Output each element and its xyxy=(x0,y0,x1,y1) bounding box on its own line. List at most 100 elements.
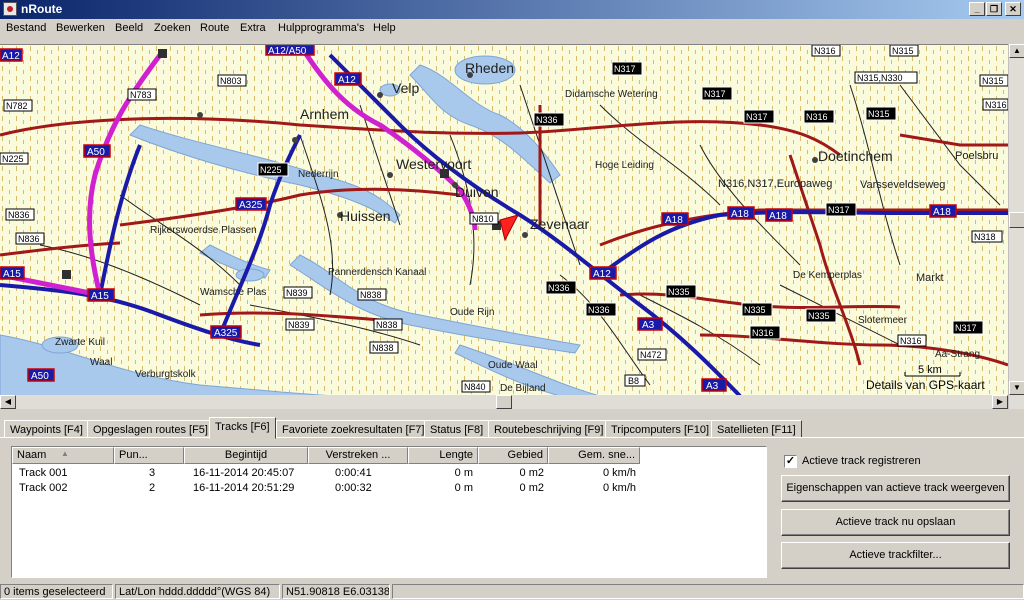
svg-text:N315: N315 xyxy=(868,109,890,119)
cell-verstreken: 0:00:41 xyxy=(335,467,372,479)
svg-text:A18: A18 xyxy=(731,209,749,220)
svg-text:N803: N803 xyxy=(220,76,242,86)
menu-beeld[interactable]: Beeld xyxy=(115,22,143,34)
road-shield: N317 xyxy=(825,202,857,217)
place-label: N316,N317,Europaweg xyxy=(718,178,832,190)
menu-bar: Bestand Bewerken Beeld Zoeken Route Extr… xyxy=(0,19,1024,38)
svg-text:N336: N336 xyxy=(536,115,558,125)
scroll-down-button[interactable]: ▼ xyxy=(1009,381,1024,395)
place-label: De Kemperplas xyxy=(793,270,862,281)
road-shield: N316 xyxy=(982,98,1008,111)
cell-gebied: 0 m2 xyxy=(519,482,544,494)
road-shield: N317 xyxy=(952,320,984,335)
svg-text:N316: N316 xyxy=(900,336,922,346)
tab-waypoints[interactable]: Waypoints [F4] xyxy=(4,420,89,438)
cell-begintijd: 16-11-2014 20:51:29 xyxy=(193,482,295,494)
column-header-naam[interactable]: Naam ▲ xyxy=(12,447,114,464)
svg-text:N315: N315 xyxy=(982,76,1004,86)
menu-zoeken[interactable]: Zoeken xyxy=(154,22,191,34)
svg-text:A50: A50 xyxy=(87,147,105,158)
cell-gem-snelheid: 0 km/h xyxy=(602,467,636,479)
tab-favoriete-zoekresultaten[interactable]: Favoriete zoekresultaten [F7] xyxy=(276,420,431,438)
menu-bestand[interactable]: Bestand xyxy=(6,22,46,34)
tracks-list[interactable]: Naam ▲ Pun... Begintijd Verstreken ... Le… xyxy=(11,446,767,578)
menu-extra[interactable]: Extra xyxy=(240,22,266,34)
cell-punten: 3 xyxy=(149,467,156,479)
column-header-gem-snelheid[interactable]: Gem. sne... xyxy=(548,447,640,464)
svg-text:N317: N317 xyxy=(828,205,850,215)
place-label: Poelsbru xyxy=(955,150,998,162)
svg-text:A12: A12 xyxy=(593,269,611,280)
maximize-button[interactable]: ❐ xyxy=(986,2,1002,16)
place-label: Markt xyxy=(916,272,944,284)
tab-status[interactable]: Status [F8] xyxy=(424,420,490,438)
place-label: Westervoort xyxy=(396,156,471,172)
menu-hulpprogrammas[interactable]: Hulpprogramma's xyxy=(278,22,364,34)
road-shield: B8 xyxy=(624,374,646,387)
place-label: Waal xyxy=(90,357,112,368)
scroll-right-button[interactable]: ▶ xyxy=(992,395,1008,409)
active-track-filter-button[interactable]: Actieve trackfilter... xyxy=(781,542,1010,569)
column-header-gebied[interactable]: Gebied xyxy=(478,447,548,464)
place-label: Wamsche Plas xyxy=(200,287,266,298)
road-shield: N783 xyxy=(127,88,157,101)
waypoint-marker[interactable] xyxy=(158,49,167,58)
road-shield: A18 xyxy=(765,208,793,222)
road-shield: A18 xyxy=(727,206,755,220)
place-label: Pannerdensch Kanaal xyxy=(328,267,426,278)
road-shield: N335 xyxy=(805,308,837,323)
scroll-left-button[interactable]: ◀ xyxy=(0,395,16,409)
road-shield: N315 xyxy=(865,106,897,121)
save-active-track-button[interactable]: Actieve track nu opslaan xyxy=(781,509,1010,536)
menu-route[interactable]: Route xyxy=(200,22,229,34)
road-shield: N335 xyxy=(665,284,697,299)
tab-tripcomputers[interactable]: Tripcomputers [F10] xyxy=(605,420,716,438)
place-label: Hoge Leiding xyxy=(595,160,654,171)
svg-text:N336: N336 xyxy=(588,305,610,315)
column-header-punten[interactable]: Pun... xyxy=(114,447,184,464)
menu-bewerken[interactable]: Bewerken xyxy=(56,22,105,34)
tab-satellieten[interactable]: Satellieten [F11] xyxy=(711,420,802,438)
column-header-lengte[interactable]: Lengte xyxy=(408,447,478,464)
road-shield: A50 xyxy=(83,144,111,158)
map-attribution: Details van GPS-kaart xyxy=(866,378,985,392)
map-view[interactable]: Arnhem Velp Rheden Westervoort Duiven Hu… xyxy=(0,44,1008,395)
svg-text:N335: N335 xyxy=(808,311,830,321)
svg-text:A12/A50: A12/A50 xyxy=(268,46,307,57)
tab-opgeslagen-routes[interactable]: Opgeslagen routes [F5] xyxy=(87,420,214,438)
scroll-thumb[interactable] xyxy=(1009,212,1024,228)
place-label: Oude Waal xyxy=(488,360,538,371)
map-canvas[interactable]: Arnhem Velp Rheden Westervoort Duiven Hu… xyxy=(0,45,1008,395)
road-shield: N336 xyxy=(545,280,577,295)
menu-help[interactable]: Help xyxy=(373,22,396,34)
scroll-up-button[interactable]: ▲ xyxy=(1009,44,1024,58)
tab-routebeschrijving[interactable]: Routebeschrijving [F9] xyxy=(488,420,610,438)
road-shield: N838 xyxy=(373,318,403,331)
map-horizontal-scrollbar[interactable]: ◀ ▶ xyxy=(0,395,1008,409)
place-label: Oude Rijn xyxy=(450,307,494,318)
road-shield: N782 xyxy=(3,99,33,112)
road-shield: N840 xyxy=(461,380,491,393)
column-header-begintijd[interactable]: Begintijd xyxy=(184,447,308,464)
svg-text:A15: A15 xyxy=(91,291,109,302)
tab-tracks[interactable]: Tracks [F6] xyxy=(209,417,276,439)
scroll-thumb[interactable] xyxy=(496,395,512,409)
scale-label: 5 km xyxy=(918,364,942,376)
track-properties-button[interactable]: Eigenschappen van actieve track weergeve… xyxy=(781,475,1010,502)
minimize-button[interactable]: _ xyxy=(969,2,985,16)
svg-text:N838: N838 xyxy=(372,343,394,353)
svg-text:N472: N472 xyxy=(640,350,662,360)
record-track-label[interactable]: Actieve track registreren xyxy=(802,455,921,467)
map-vertical-scrollbar[interactable]: ▲ ▼ xyxy=(1008,44,1024,409)
record-track-checkbox[interactable]: ✓ xyxy=(784,455,797,468)
title-bar: nRoute _ ❐ ✕ xyxy=(0,0,1024,19)
road-shield: N803 xyxy=(217,74,247,87)
close-button[interactable]: ✕ xyxy=(1005,2,1021,16)
svg-text:N839: N839 xyxy=(288,320,310,330)
svg-text:N839: N839 xyxy=(286,288,308,298)
road-shield: N838 xyxy=(369,341,399,354)
svg-text:N315,N330: N315,N330 xyxy=(857,73,903,83)
waypoint-marker[interactable] xyxy=(62,270,71,279)
column-header-verstreken[interactable]: Verstreken ... xyxy=(308,447,408,464)
svg-text:A325: A325 xyxy=(239,200,263,211)
